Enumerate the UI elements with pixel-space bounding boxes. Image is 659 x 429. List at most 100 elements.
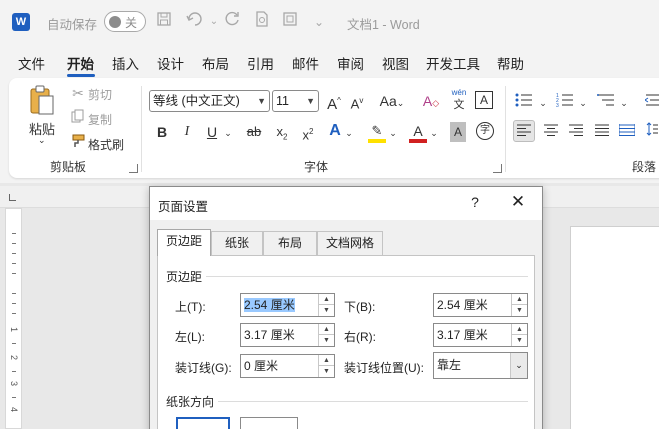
document-page[interactable] bbox=[570, 226, 659, 429]
tab-review[interactable]: 审阅 bbox=[337, 53, 364, 73]
align-right-icon[interactable] bbox=[567, 121, 585, 141]
tab-view[interactable]: 视图 bbox=[382, 53, 409, 73]
align-center-icon[interactable] bbox=[542, 121, 560, 141]
spin-down-icon[interactable]: ▼ bbox=[319, 305, 334, 316]
spin-up-icon[interactable]: ▲ bbox=[319, 355, 334, 366]
tab-insert[interactable]: 插入 bbox=[112, 53, 139, 73]
redo-icon[interactable] bbox=[222, 11, 242, 33]
tab-references[interactable]: 引用 bbox=[247, 53, 274, 73]
spin-up-icon[interactable]: ▲ bbox=[319, 294, 334, 305]
subscript-icon[interactable]: x2 bbox=[273, 122, 291, 142]
spin-up-icon[interactable]: ▲ bbox=[319, 324, 334, 335]
spinner-buttons[interactable]: ▲ ▼ bbox=[318, 294, 334, 316]
tab-help[interactable]: 帮助 bbox=[497, 53, 524, 73]
enclose-characters-icon[interactable]: 字 bbox=[476, 122, 494, 140]
tab-document-grid[interactable]: 文档网格 bbox=[317, 231, 383, 255]
tab-paper[interactable]: 纸张 bbox=[211, 231, 263, 255]
font-color-dropdown-icon[interactable]: ⌄ bbox=[429, 123, 439, 143]
numbering-icon[interactable]: 123 bbox=[555, 92, 575, 112]
spin-up-icon[interactable]: ▲ bbox=[512, 324, 527, 335]
autosave-toggle[interactable]: 关 bbox=[104, 11, 146, 32]
right-margin-spinner[interactable]: 3.17 厘米 ▲ ▼ bbox=[433, 323, 528, 347]
phonetic-guide-icon[interactable]: wén 文 bbox=[450, 88, 468, 114]
spinner-buttons[interactable]: ▲ ▼ bbox=[318, 355, 334, 377]
superscript-icon[interactable]: x2 bbox=[299, 122, 317, 142]
character-shading-icon[interactable]: A bbox=[450, 122, 466, 142]
line-spacing-icon[interactable] bbox=[645, 121, 659, 141]
close-icon[interactable]: ✕ bbox=[510, 192, 526, 212]
format-painter-button[interactable]: 格式刷 bbox=[88, 136, 124, 153]
tab-selector-icon[interactable] bbox=[9, 194, 16, 201]
tab-home[interactable]: 开始 bbox=[67, 53, 94, 73]
paste-icon[interactable] bbox=[27, 85, 57, 117]
save-icon[interactable] bbox=[154, 11, 174, 33]
bullets-icon[interactable] bbox=[514, 92, 534, 112]
text-effects-dropdown-icon[interactable]: ⌄ bbox=[344, 123, 354, 143]
spin-down-icon[interactable]: ▼ bbox=[512, 305, 527, 316]
text-effects-icon[interactable]: A bbox=[326, 121, 344, 141]
highlight-dropdown-icon[interactable]: ⌄ bbox=[388, 123, 398, 143]
clear-formatting-icon[interactable]: A◇ bbox=[421, 91, 441, 111]
spin-down-icon[interactable]: ▼ bbox=[319, 335, 334, 346]
print-preview-icon[interactable] bbox=[252, 11, 272, 33]
cut-icon[interactable]: ✂ bbox=[69, 83, 87, 103]
strikethrough-icon[interactable]: ab bbox=[244, 122, 264, 142]
multilevel-list-icon[interactable] bbox=[596, 92, 616, 112]
spin-down-icon[interactable]: ▼ bbox=[512, 335, 527, 346]
tab-margins[interactable]: 页边距 bbox=[157, 229, 211, 256]
numbering-dropdown-icon[interactable]: ⌄ bbox=[578, 93, 588, 113]
landscape-option[interactable] bbox=[240, 417, 298, 429]
font-color-icon[interactable]: A bbox=[409, 121, 427, 143]
justify-icon[interactable] bbox=[593, 121, 611, 141]
highlight-icon[interactable]: ✎ bbox=[368, 121, 386, 143]
help-button[interactable]: ? bbox=[469, 194, 481, 210]
change-case-icon[interactable]: Aa⌄ bbox=[377, 91, 407, 111]
copy-icon[interactable] bbox=[69, 108, 87, 128]
grow-font-icon[interactable]: A^ bbox=[325, 91, 343, 113]
dialog-title-bar[interactable]: 页面设置 ? ✕ bbox=[150, 187, 542, 220]
format-painter-icon[interactable] bbox=[69, 133, 87, 153]
clipboard-launcher-icon[interactable] bbox=[129, 164, 138, 173]
multilevel-dropdown-icon[interactable]: ⌄ bbox=[619, 93, 629, 113]
customize-qa-icon[interactable]: ⌄ bbox=[309, 11, 329, 33]
bottom-margin-spinner[interactable]: 2.54 厘米 ▲ ▼ bbox=[433, 293, 528, 317]
font-name-combo[interactable]: 等线 (中文正文) ▼ bbox=[149, 90, 270, 112]
gutter-position-dropdown[interactable]: 靠左 ⌄ bbox=[433, 352, 528, 379]
shrink-font-icon[interactable]: Av bbox=[348, 91, 366, 111]
distributed-icon[interactable] bbox=[618, 121, 636, 141]
cut-button[interactable]: 剪切 bbox=[88, 86, 112, 103]
gutter-spinner[interactable]: 0 厘米 ▲ ▼ bbox=[240, 354, 335, 378]
tab-layout[interactable]: 布局 bbox=[202, 53, 229, 73]
bullets-dropdown-icon[interactable]: ⌄ bbox=[538, 93, 548, 113]
chevron-down-icon[interactable]: ⌄ bbox=[510, 353, 527, 378]
vertical-ruler[interactable]: 1 2 3 4 bbox=[5, 208, 22, 429]
align-left-icon[interactable] bbox=[513, 120, 535, 142]
underline-dropdown-icon[interactable]: ⌄ bbox=[223, 123, 233, 143]
left-margin-spinner[interactable]: 3.17 厘米 ▲ ▼ bbox=[240, 323, 335, 347]
underline-icon[interactable]: U bbox=[204, 122, 220, 142]
character-border-icon[interactable]: A bbox=[475, 91, 493, 109]
italic-icon[interactable]: I bbox=[179, 122, 195, 142]
spin-up-icon[interactable]: ▲ bbox=[512, 294, 527, 305]
font-size-combo[interactable]: 11 ▼ bbox=[272, 90, 319, 112]
top-margin-spinner[interactable]: 2.54 厘米 ▲ ▼ bbox=[240, 293, 335, 317]
font-launcher-icon[interactable] bbox=[493, 164, 502, 173]
bottom-margin-label: 下(B): bbox=[344, 300, 376, 314]
undo-dropdown-icon[interactable]: ⌄ bbox=[204, 11, 224, 33]
tab-design[interactable]: 设计 bbox=[157, 53, 184, 73]
tab-mailings[interactable]: 邮件 bbox=[292, 53, 319, 73]
tab-layout[interactable]: 布局 bbox=[263, 231, 317, 255]
copy-button[interactable]: 复制 bbox=[88, 111, 112, 128]
tab-file[interactable]: 文件 bbox=[18, 53, 45, 73]
spinner-buttons[interactable]: ▲ ▼ bbox=[511, 324, 527, 346]
template-icon[interactable] bbox=[280, 11, 300, 33]
portrait-option[interactable] bbox=[176, 417, 230, 429]
bold-icon[interactable]: B bbox=[154, 122, 170, 142]
spin-down-icon[interactable]: ▼ bbox=[319, 366, 334, 377]
spinner-buttons[interactable]: ▲ ▼ bbox=[511, 294, 527, 316]
spinner-buttons[interactable]: ▲ ▼ bbox=[318, 324, 334, 346]
paste-dropdown-icon[interactable]: ⌄ bbox=[38, 135, 46, 146]
tab-developer[interactable]: 开发工具 bbox=[426, 53, 480, 73]
undo-icon[interactable] bbox=[185, 11, 205, 33]
decrease-indent-icon[interactable] bbox=[644, 92, 659, 112]
